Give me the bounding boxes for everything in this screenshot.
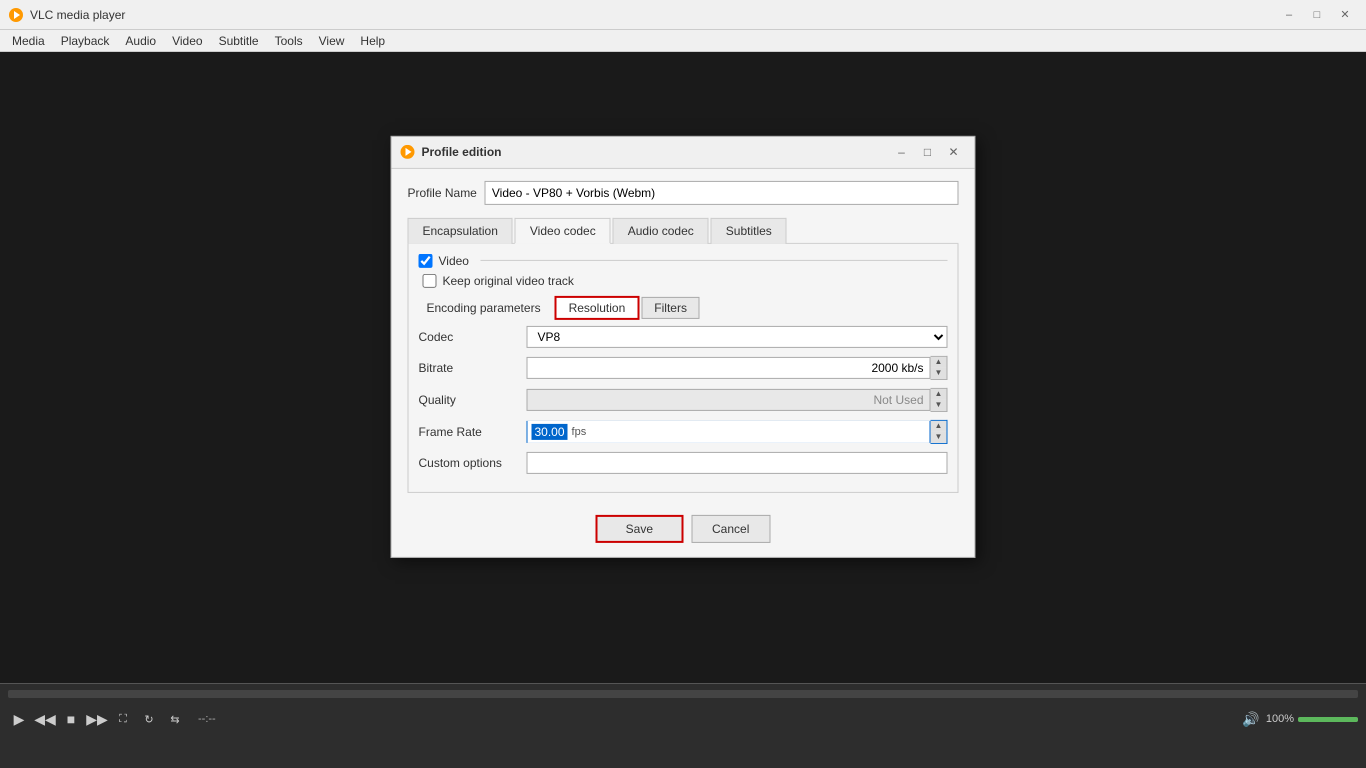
- menu-help[interactable]: Help: [352, 32, 393, 50]
- quality-label: Quality: [419, 392, 519, 406]
- menu-media[interactable]: Media: [4, 32, 53, 50]
- modal-footer: Save Cancel: [392, 504, 975, 556]
- quality-row: Quality ▲ ▼: [419, 387, 948, 411]
- custom-options-control: [527, 451, 948, 473]
- menu-video[interactable]: Video: [164, 32, 210, 50]
- app-title: VLC media player: [30, 8, 1276, 22]
- bitrate-control: ▲ ▼: [527, 355, 948, 379]
- modal-body: Profile Name Encapsulation Video codec A…: [392, 168, 975, 504]
- quality-control: ▲ ▼: [527, 387, 948, 411]
- modal-close-button[interactable]: ✕: [941, 139, 967, 165]
- framerate-down-button[interactable]: ▼: [931, 431, 947, 442]
- profile-name-label: Profile Name: [408, 185, 477, 199]
- player-buttons-row: ▶ ◀◀ ■ ▶▶ ⛶ ↻ ⇆ --:-- 🔊 100%: [0, 704, 1366, 734]
- previous-button[interactable]: ◀◀: [34, 708, 56, 730]
- cancel-button[interactable]: Cancel: [691, 514, 770, 542]
- codec-row: Codec VP8 VP9 H.264: [419, 325, 948, 347]
- bitrate-down-button[interactable]: ▼: [931, 367, 947, 378]
- framerate-spinner: ▲ ▼: [931, 419, 948, 443]
- maximize-button[interactable]: □: [1304, 2, 1330, 28]
- volume-fill: [1298, 717, 1358, 722]
- time-display: --:--: [198, 713, 216, 725]
- fullscreen-button[interactable]: ⛶: [112, 708, 134, 730]
- save-button[interactable]: Save: [596, 514, 683, 542]
- quality-up-button[interactable]: ▲: [931, 388, 947, 399]
- window-controls: – □ ✕: [1276, 2, 1358, 28]
- tab-encapsulation[interactable]: Encapsulation: [408, 217, 513, 243]
- modal-dialog: Profile edition – □ ✕ Profile Name Enca: [391, 135, 976, 557]
- modal-maximize-button[interactable]: □: [915, 139, 941, 165]
- codec-label: Codec: [419, 329, 519, 343]
- bitrate-input[interactable]: [527, 356, 931, 378]
- modal-titlebar: Profile edition – □ ✕: [392, 136, 975, 168]
- framerate-input-wrapper: 30.00 fps: [527, 420, 931, 442]
- app-titlebar: VLC media player – □ ✕: [0, 0, 1366, 30]
- framerate-inner: 30.00 fps: [528, 420, 930, 442]
- video-divider: [481, 260, 948, 261]
- modal-title: Profile edition: [422, 145, 889, 159]
- tab-content: Video Keep original video track Encoding…: [408, 243, 959, 492]
- custom-options-row: Custom options: [419, 451, 948, 473]
- bitrate-row: Bitrate ▲ ▼: [419, 355, 948, 379]
- app-icon: [8, 7, 24, 23]
- bitrate-label: Bitrate: [419, 360, 519, 374]
- sub-tab-filters[interactable]: Filters: [641, 296, 700, 318]
- menubar: Media Playback Audio Video Subtitle Tool…: [0, 30, 1366, 52]
- menu-tools[interactable]: Tools: [267, 32, 311, 50]
- framerate-control: 30.00 fps ▲ ▼: [527, 419, 948, 443]
- keep-original-checkbox[interactable]: [423, 273, 437, 287]
- profile-name-input[interactable]: [485, 180, 959, 204]
- framerate-up-button[interactable]: ▲: [931, 420, 947, 431]
- stop-button[interactable]: ■: [60, 708, 82, 730]
- shuffle-button[interactable]: ⇆: [164, 708, 186, 730]
- volume-bar[interactable]: [1298, 717, 1358, 722]
- modal-app-icon: [400, 144, 416, 160]
- video-checkbox[interactable]: [419, 253, 433, 267]
- loop-button[interactable]: ↻: [138, 708, 160, 730]
- player-controls: ▶ ◀◀ ■ ▶▶ ⛶ ↻ ⇆ --:-- 🔊 100%: [0, 683, 1366, 768]
- main-tabs: Encapsulation Video codec Audio codec Su…: [408, 216, 959, 243]
- menu-subtitle[interactable]: Subtitle: [211, 32, 267, 50]
- volume-area: 🔊 100%: [1240, 708, 1358, 730]
- sub-tab-resolution[interactable]: Resolution: [555, 295, 640, 319]
- volume-icon[interactable]: 🔊: [1240, 708, 1262, 730]
- quality-input: [527, 388, 931, 410]
- custom-options-label: Custom options: [419, 455, 519, 469]
- quality-spinner: ▲ ▼: [931, 387, 948, 411]
- modal-window-controls: – □ ✕: [889, 139, 967, 165]
- codec-control: VP8 VP9 H.264: [527, 325, 948, 347]
- menu-audio[interactable]: Audio: [117, 32, 164, 50]
- framerate-highlight: 30.00: [532, 423, 568, 439]
- keep-original-row: Keep original video track: [423, 273, 948, 287]
- progress-bar[interactable]: [8, 690, 1358, 698]
- play-button[interactable]: ▶: [8, 708, 30, 730]
- encoding-params-label: Encoding parameters: [419, 297, 549, 317]
- next-button[interactable]: ▶▶: [86, 708, 108, 730]
- sub-tabs-container: Encoding parameters Resolution Filters: [419, 295, 948, 319]
- modal-overlay: Profile edition – □ ✕ Profile Name Enca: [0, 52, 1366, 683]
- quality-down-button[interactable]: ▼: [931, 399, 947, 410]
- profile-name-row: Profile Name: [408, 180, 959, 204]
- framerate-row: Frame Rate 30.00 fps ▲ ▼: [419, 419, 948, 443]
- tab-video-codec[interactable]: Video codec: [515, 217, 611, 243]
- keep-original-label: Keep original video track: [443, 273, 574, 287]
- tab-audio-codec[interactable]: Audio codec: [613, 217, 709, 243]
- framerate-unit: fps: [572, 425, 587, 437]
- bitrate-up-button[interactable]: ▲: [931, 356, 947, 367]
- volume-percent: 100%: [1266, 713, 1294, 725]
- bitrate-spinner: ▲ ▼: [931, 355, 948, 379]
- video-checkbox-label: Video: [439, 253, 469, 267]
- close-button[interactable]: ✕: [1332, 2, 1358, 28]
- main-content: Profile edition – □ ✕ Profile Name Enca: [0, 52, 1366, 683]
- menu-playback[interactable]: Playback: [53, 32, 118, 50]
- framerate-label: Frame Rate: [419, 424, 519, 438]
- minimize-button[interactable]: –: [1276, 2, 1302, 28]
- custom-options-input[interactable]: [527, 451, 948, 473]
- modal-minimize-button[interactable]: –: [889, 139, 915, 165]
- codec-select[interactable]: VP8 VP9 H.264: [527, 325, 948, 347]
- video-checkbox-row: Video: [419, 253, 948, 267]
- tab-subtitles[interactable]: Subtitles: [711, 217, 787, 243]
- menu-view[interactable]: View: [311, 32, 353, 50]
